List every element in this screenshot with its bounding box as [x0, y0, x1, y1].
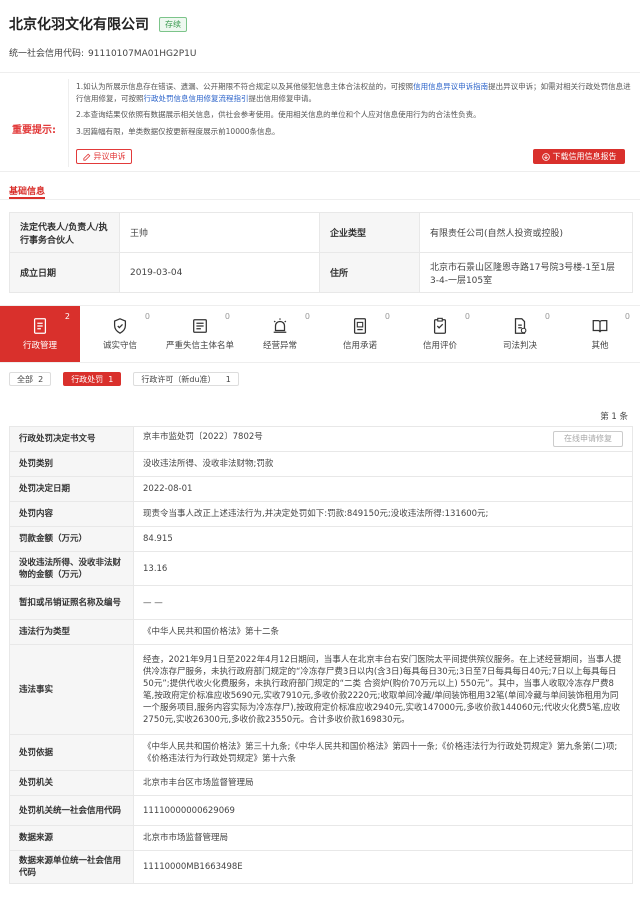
founded-date-value: 2019-03-04: [119, 252, 320, 293]
detail-key: 数据来源: [9, 825, 134, 851]
detail-value: — —: [133, 585, 633, 620]
detail-key: 处罚类别: [9, 451, 134, 477]
company-name: 北京化羽文化有限公司: [9, 17, 149, 33]
tab-commitment[interactable]: 0 信用承诺: [320, 306, 400, 362]
notice-divider: [68, 79, 69, 167]
detail-value: 2022-08-01: [133, 476, 633, 502]
status-badge: 存续: [159, 16, 187, 32]
download-report-button[interactable]: 下载信用信息报告: [533, 149, 625, 164]
detail-key: 没收违法所得、没收非法财物的金额（万元）: [9, 551, 134, 586]
credit-code: 统一社会信用代码: 91110107MA01HG2P1U: [9, 46, 631, 59]
tab-evaluation[interactable]: 0 信用评价: [400, 306, 480, 362]
tab-administrative[interactable]: 2 行政管理: [0, 306, 80, 362]
section-divider: [0, 199, 640, 200]
detail-value: 84.915: [133, 526, 633, 552]
detail-value: 13.16: [133, 551, 633, 586]
basic-info-title: 基础信息: [9, 187, 46, 197]
judicial-doc-icon: [514, 318, 527, 334]
pledge-icon: [353, 318, 367, 334]
credit-code-value: 91110107MA01HG2P1U: [88, 49, 197, 59]
edit-icon: [82, 153, 90, 161]
detail-value: 北京市市场监督管理局: [133, 825, 633, 851]
legal-rep-value: 王帅: [119, 212, 320, 253]
detail-value: 《中华人民共和国价格法》第三十九条;《中华人民共和国价格法》第四十一条;《价格违…: [133, 734, 633, 771]
tab-other[interactable]: 0 其他: [560, 306, 640, 362]
detail-value: 《中华人民共和国价格法》第十二条: [133, 619, 633, 645]
book-icon: [592, 319, 608, 333]
repair-guide-link[interactable]: 行政处罚信息信用修复流程指引: [144, 94, 249, 103]
detail-value: 北京市丰台区市场监督管理局: [133, 770, 633, 796]
download-icon: [541, 152, 550, 161]
document-icon: [33, 318, 47, 334]
notice-paragraph-3: 3.因篇幅有限，单类数据仅按更新程度展示前10000条信息。: [76, 126, 280, 136]
detail-key: 罚款金额（万元）: [9, 526, 134, 552]
record-count: 第 1 条: [600, 412, 628, 422]
detail-value: 现责令当事人改正上述违法行为,并决定处罚如下:罚款:849150元;没收违法所得…: [133, 501, 633, 527]
detail-key: 违法行为类型: [9, 619, 134, 645]
detail-value: 京丰市监处罚〔2022〕7802号 在线申请修复: [133, 426, 633, 452]
detail-value: 11110000MB1663498E: [133, 850, 633, 884]
detail-value: 11110000000629069: [133, 795, 633, 826]
detail-value: 没收违法所得、没收非法财物;罚款: [133, 451, 633, 477]
company-header: 北京化羽文化有限公司 存续 统一社会信用代码: 91110107MA01HG2P1…: [0, 0, 640, 70]
detail-key: 行政处罚决定书文号: [9, 426, 134, 452]
detail-value: 经查，2021年9月1日至2022年4月12日期间，当事人在北京丰台右安门医院太…: [133, 644, 633, 735]
detail-key: 数据来源单位统一社会信用代码: [9, 850, 134, 884]
filter-chips: 全部 2 行政处罚 1 行政许可（新du准） 1: [9, 372, 251, 386]
detail-key: 处罚机关: [9, 770, 134, 796]
company-type-label: 企业类型: [319, 212, 420, 253]
alarm-icon: [273, 318, 287, 333]
filter-all[interactable]: 全部 2: [9, 372, 52, 386]
tab-judicial[interactable]: 0 司法判决: [480, 306, 560, 362]
basic-info-table: 法定代表人/负责人/执行事务合伙人 王帅 企业类型 有限责任公司(自然人投资或控…: [9, 212, 633, 293]
detail-key: 处罚依据: [9, 734, 134, 771]
notice-paragraph-2: 2.本查询结果仅依照有数据展示相关信息，供社会参考使用。使用相关信息的单位和个人…: [76, 110, 481, 119]
tab-honesty[interactable]: 0 诚实守信: [80, 306, 160, 362]
filter-license[interactable]: 行政许可（新du准） 1: [133, 372, 239, 386]
detail-key: 违法事实: [9, 644, 134, 735]
notice-label: 重要提示:: [12, 125, 56, 136]
shield-icon: [113, 318, 127, 334]
legal-rep-label: 法定代表人/负责人/执行事务合伙人: [9, 212, 120, 253]
address-label: 住所: [319, 252, 420, 293]
detail-key: 暂扣或吊销证照名称及编号: [9, 585, 134, 620]
notice-paragraph-1: 1.如认为所展示信息存在错误、遗漏、公开期限不符合规定以及其他侵犯信息主体合法权…: [76, 82, 631, 103]
notice-body: 1.如认为所展示信息存在错误、遗漏、公开期限不符合规定以及其他侵犯信息主体合法权…: [76, 81, 632, 142]
tab-abnormal[interactable]: 0 经营异常: [240, 306, 320, 362]
penalty-detail-table: 行政处罚决定书文号 京丰市监处罚〔2022〕7802号 在线申请修复 处罚类别 没收…: [9, 426, 633, 884]
founded-date-label: 成立日期: [9, 252, 120, 293]
detail-key: 处罚决定日期: [9, 476, 134, 502]
apply-repair-button[interactable]: 在线申请修复: [553, 431, 623, 447]
appeal-button[interactable]: 异议申诉: [76, 149, 132, 164]
filter-penalty[interactable]: 行政处罚 1: [63, 372, 122, 386]
detail-key: 处罚内容: [9, 501, 134, 527]
address-value: 北京市石景山区隆恩寺路17号院3号楼-1至1层3-4-一层105室: [419, 252, 633, 293]
record-tabs: 2 行政管理 0 诚实守信 0 严重失信主体名单 0 经营异常 0 信用承诺 0…: [0, 305, 640, 363]
notice-panel: 重要提示: 1.如认为所展示信息存在错误、遗漏、公开期限不符合规定以及其他侵犯信…: [0, 72, 640, 172]
company-type-value: 有限责任公司(自然人投资或控股): [419, 212, 633, 253]
list-board-icon: [193, 319, 207, 333]
tab-blacklist[interactable]: 0 严重失信主体名单: [160, 306, 240, 362]
detail-key: 处罚机关统一社会信用代码: [9, 795, 134, 826]
evaluation-icon: [433, 317, 447, 334]
credit-code-label: 统一社会信用代码:: [9, 49, 85, 59]
appeal-guide-link[interactable]: 信用信息异议申诉指南: [413, 82, 488, 91]
